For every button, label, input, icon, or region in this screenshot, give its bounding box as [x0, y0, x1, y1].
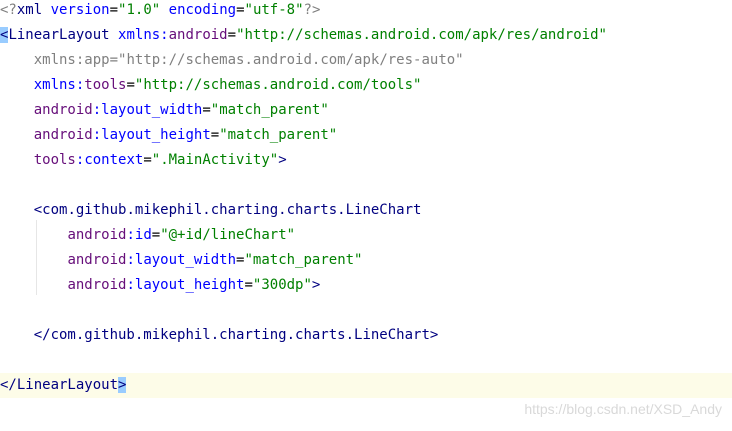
code-line-2[interactable]: <LinearLayout xmlns:android="http://sche…: [0, 23, 732, 48]
root-context-ns: tools: [33, 152, 76, 168]
root-context-value: ".MainActivity": [151, 152, 279, 168]
chart-close-end: >: [429, 327, 439, 343]
code-line-6[interactable]: android:layout_height="match_parent": [0, 123, 732, 148]
code-line-9[interactable]: <com.github.mikephil.charting.charts.Lin…: [0, 198, 732, 223]
xml-decl-open: <?: [0, 2, 17, 18]
chart-id-value: "@+id/lineChart": [160, 227, 296, 243]
code-line-5[interactable]: android:layout_width="match_parent": [0, 98, 732, 123]
chart-height-attr: layout_height: [134, 277, 245, 293]
xml-encoding-value: "utf-8": [244, 2, 304, 18]
chart-width-attr: layout_width: [134, 252, 237, 268]
xmlns-tools-value: "http://schemas.android.com/tools": [134, 77, 422, 93]
root-close-end: >: [118, 377, 127, 393]
code-line-8[interactable]: [0, 173, 732, 198]
code-line-15[interactable]: [0, 348, 732, 373]
chart-open-tag: com.github.mikephil.charting.charts.Line…: [42, 202, 422, 218]
code-line-4[interactable]: xmlns:tools="http://schemas.android.com/…: [0, 73, 732, 98]
xmlns-app-name: app: [84, 52, 110, 68]
root-xmlns-prefix: xmlns:: [118, 27, 169, 43]
code-line-10[interactable]: android:id="@+id/lineChart": [0, 223, 732, 248]
xmlns-app-value: "http://schemas.android.com/apk/res-auto…: [118, 52, 464, 68]
chart-close-bracket: </: [33, 327, 51, 343]
root-open-end: >: [278, 152, 287, 168]
chart-open-bracket: <: [33, 202, 43, 218]
code-line-12[interactable]: android:layout_height="300dp">: [0, 273, 732, 298]
root-xmlns-value: "http://schemas.android.com/apk/res/andr…: [236, 27, 607, 43]
code-line-1[interactable]: <?xml version="1.0" encoding="utf-8"?>: [0, 0, 732, 23]
root-close-tag: LinearLayout: [16, 377, 119, 393]
code-editor[interactable]: <?xml version="1.0" encoding="utf-8"?> <…: [0, 0, 732, 431]
chart-height-value: "300dp": [252, 277, 312, 293]
xml-decl-close: ?>: [303, 2, 321, 18]
root-xmlns-name: android: [168, 27, 228, 43]
xmlns-app-prefix: xmlns:: [33, 52, 85, 68]
chart-open-end: >: [311, 277, 321, 293]
root-width-value: "match_parent": [210, 102, 329, 118]
root-height-value: "match_parent": [219, 127, 338, 143]
code-line-3[interactable]: xmlns:app="http://schemas.android.com/ap…: [0, 48, 732, 73]
xml-version-value: "1.0": [118, 2, 161, 18]
root-open-tag: LinearLayout: [8, 27, 110, 43]
xml-version-attr: version: [50, 2, 110, 18]
code-line-14[interactable]: </com.github.mikephil.charting.charts.Li…: [0, 323, 732, 348]
root-height-attr: layout_height: [101, 127, 211, 143]
watermark: https://blog.csdn.net/XSD_Andy: [524, 401, 722, 417]
chart-width-value: "match_parent": [244, 252, 363, 268]
chart-id-ns: android: [67, 227, 127, 243]
code-line-11[interactable]: android:layout_width="match_parent": [0, 248, 732, 273]
root-width-ns: android: [33, 102, 93, 118]
code-line-13[interactable]: [0, 298, 732, 323]
xmlns-tools-name: tools: [84, 77, 127, 93]
xml-encoding-attr: encoding: [168, 2, 237, 18]
xmlns-tools-prefix: xmlns:: [33, 77, 85, 93]
root-close-bracket: </: [0, 377, 17, 393]
code-line-16[interactable]: </LinearLayout>: [0, 373, 732, 398]
chart-width-ns: android: [67, 252, 127, 268]
code-line-7[interactable]: tools:context=".MainActivity">: [0, 148, 732, 173]
chart-height-ns: android: [67, 277, 127, 293]
root-context-attr: context: [84, 152, 144, 168]
chart-id-attr: id: [134, 227, 152, 243]
root-width-attr: layout_width: [101, 102, 203, 118]
chart-close-tag: com.github.mikephil.charting.charts.Line…: [50, 327, 430, 343]
xml-decl-name: xml: [16, 2, 43, 18]
root-height-ns: android: [33, 127, 93, 143]
